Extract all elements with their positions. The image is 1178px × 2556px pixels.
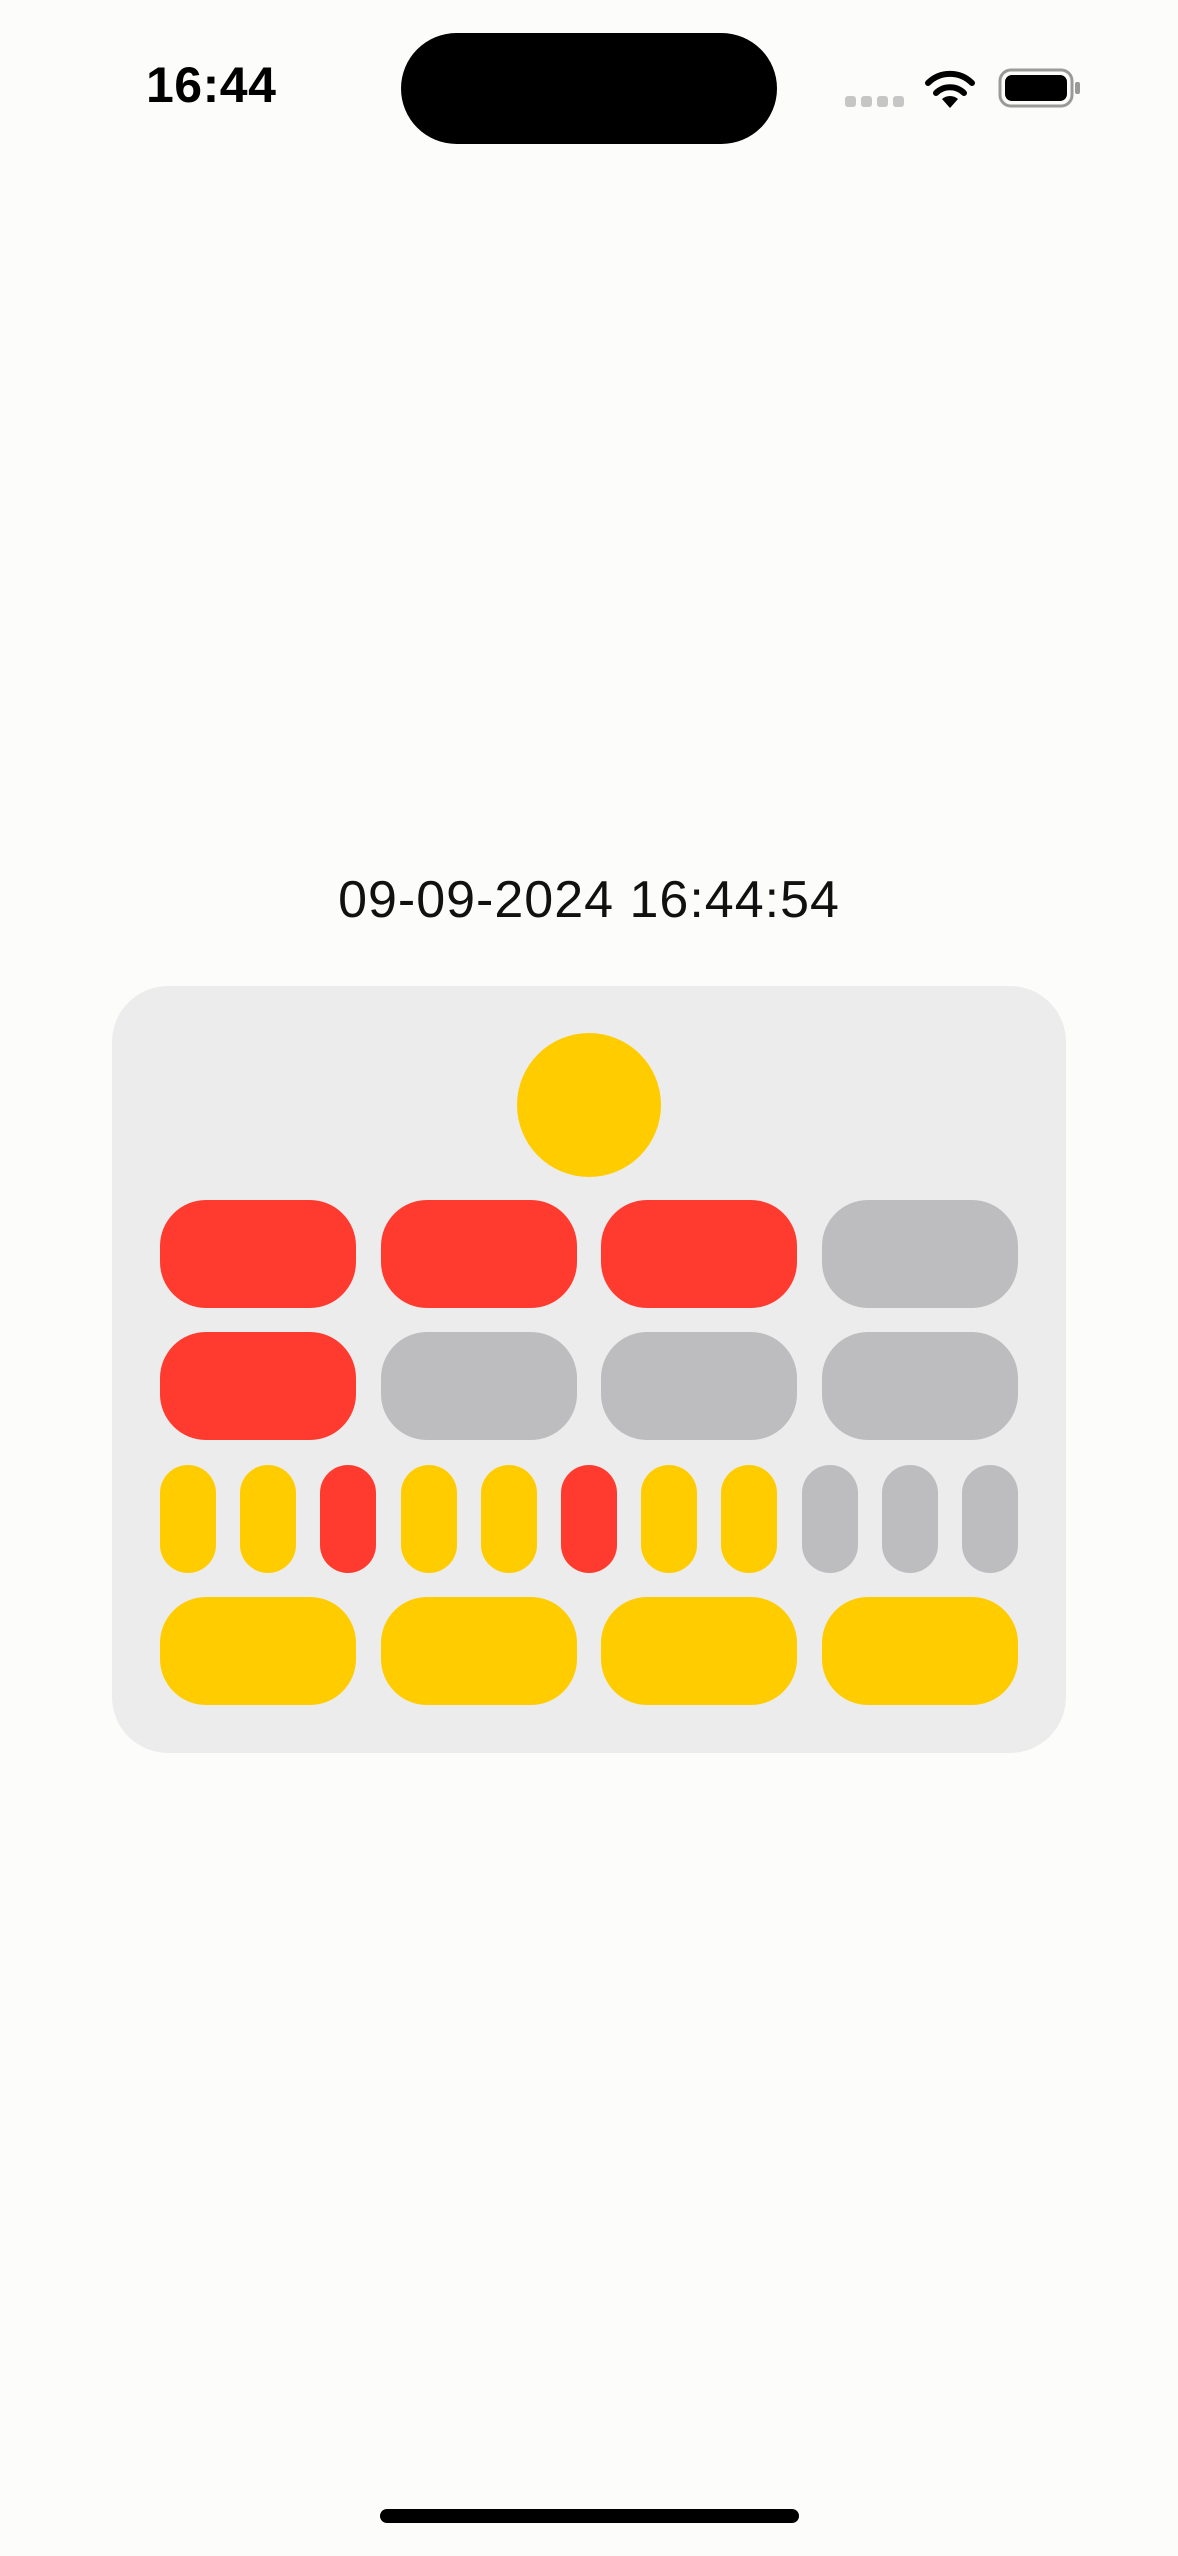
five-minute-lamp-4 [401, 1465, 457, 1573]
five-minute-lamp-6 [561, 1465, 617, 1573]
one-minute-lamp-1 [160, 1597, 356, 1705]
five-minute-lamp-5 [481, 1465, 537, 1573]
five-hour-row [160, 1200, 1018, 1308]
home-indicator[interactable] [380, 2509, 799, 2523]
one-hour-lamp-2 [381, 1332, 577, 1440]
one-minute-row [160, 1597, 1018, 1705]
status-time: 16:44 [146, 57, 277, 113]
one-hour-row [160, 1332, 1018, 1440]
five-hour-lamp-2 [381, 1200, 577, 1308]
five-minute-lamp-2 [240, 1465, 296, 1573]
five-minute-lamp-7 [641, 1465, 697, 1573]
five-hour-lamp-4 [822, 1200, 1018, 1308]
five-minute-row [160, 1465, 1018, 1573]
five-minute-lamp-1 [160, 1465, 216, 1573]
five-minute-lamp-9 [802, 1465, 858, 1573]
five-minute-lamp-11 [962, 1465, 1018, 1573]
five-minute-lamp-8 [721, 1465, 777, 1573]
one-hour-lamp-1 [160, 1332, 356, 1440]
datetime-label: 09-09-2024 16:44:54 [338, 871, 840, 929]
berlin-clock-card [112, 986, 1066, 1753]
battery-icon [998, 68, 1080, 108]
status-bar: 16:44 [0, 0, 1178, 180]
five-hour-lamp-1 [160, 1200, 356, 1308]
one-hour-lamp-3 [601, 1332, 797, 1440]
cellular-signal-icon [845, 96, 905, 108]
one-minute-lamp-2 [381, 1597, 577, 1705]
five-hour-lamp-3 [601, 1200, 797, 1308]
one-minute-lamp-4 [822, 1597, 1018, 1705]
five-minute-lamp-3 [320, 1465, 376, 1573]
one-hour-lamp-4 [822, 1332, 1018, 1440]
seconds-lamp [517, 1033, 661, 1177]
one-minute-lamp-3 [601, 1597, 797, 1705]
dynamic-island [401, 33, 777, 144]
wifi-icon [925, 70, 975, 108]
five-minute-lamp-10 [882, 1465, 938, 1573]
